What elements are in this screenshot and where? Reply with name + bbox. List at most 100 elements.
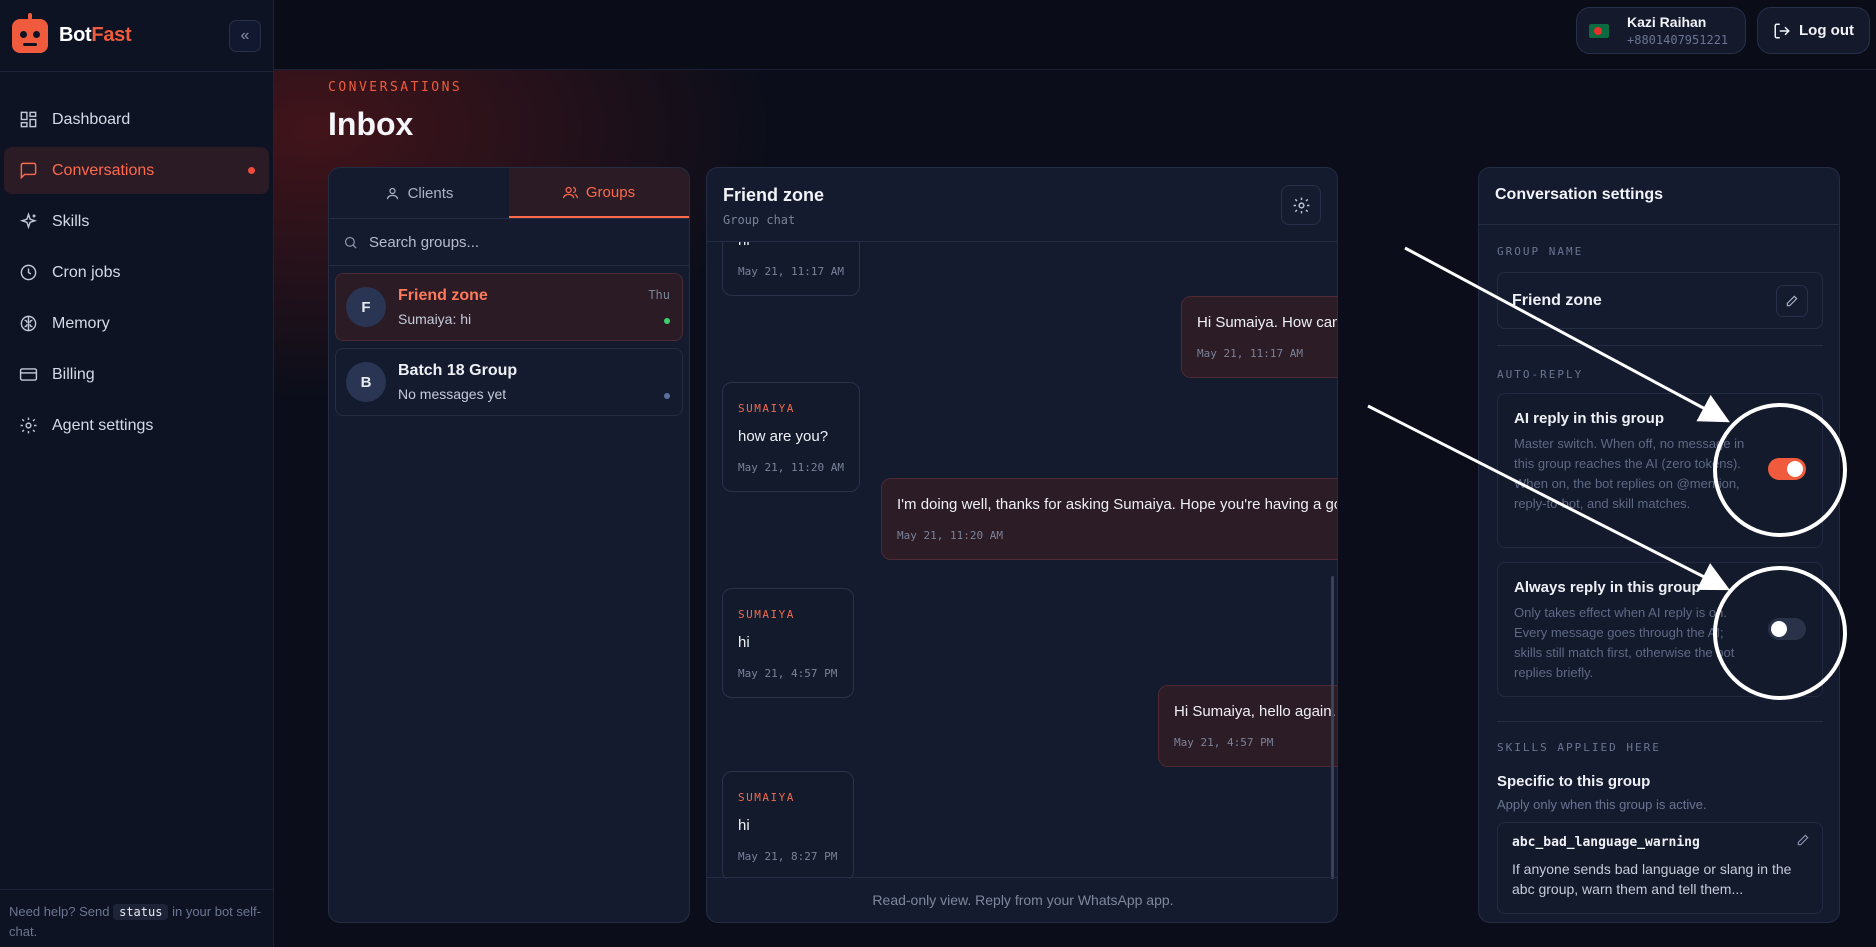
edit-skill-button[interactable] (1796, 833, 1810, 852)
tab-label: Groups (585, 183, 636, 201)
message-text: Hi Sumaiya. How can I help you? (1197, 314, 1338, 331)
logout-label: Log out (1799, 22, 1854, 39)
message-list[interactable]: hi May 21, 11:17 AM Hi Sumaiya. How can … (707, 242, 1338, 879)
double-chevron-left-icon: « (240, 26, 250, 44)
ai-reply-toggle[interactable] (1768, 458, 1806, 480)
ai-reply-description: Master switch. When off, no message in t… (1514, 436, 1745, 511)
search-bar (329, 219, 689, 266)
always-reply-option: Always reply in this group Only takes ef… (1497, 562, 1823, 697)
logout-icon (1774, 23, 1790, 38)
conversation-preview: Sumaiya: hi (398, 311, 472, 327)
collapse-sidebar-button[interactable]: « (229, 19, 261, 52)
brain-icon (20, 315, 37, 332)
message-time: May 21, 8:27 PM (738, 850, 838, 863)
ai-reply-option: AI reply in this group Master switch. Wh… (1497, 393, 1823, 548)
message-text: hi (738, 817, 750, 834)
message-text: Hi Sumaiya, hello again. What's up? (1174, 703, 1337, 720)
always-reply-toggle[interactable] (1768, 618, 1806, 640)
sidebar-item-label: Billing (52, 365, 95, 383)
sidebar-item-billing[interactable]: Billing (4, 351, 269, 398)
card-icon (19, 368, 38, 381)
chat-settings-button[interactable] (1281, 185, 1321, 225)
skill-description: If anyone sends bad language or slang in… (1512, 861, 1792, 897)
message-sender: SUMAIYA (738, 791, 795, 804)
skill-card[interactable]: abc_bad_language_warning If anyone sends… (1497, 822, 1823, 914)
message-time: May 21, 11:17 AM (1197, 347, 1303, 360)
page-title: Inbox (328, 106, 414, 142)
message-outgoing: I'm doing well, thanks for asking Sumaiy… (881, 478, 1337, 560)
user-phone: +8801407951221 (1627, 33, 1729, 47)
gear-icon (1293, 197, 1309, 213)
conversation-name: Batch 18 Group (398, 362, 518, 379)
group-name-field: Friend zone (1497, 272, 1823, 329)
skills-label: SKILLS APPLIED HERE (1497, 741, 1661, 754)
message-incoming: SUMAIYA how are you? May 21, 11:20 AM (722, 382, 860, 492)
sidebar-item-label: Agent settings (52, 416, 154, 434)
conversation-name: Friend zone (398, 287, 488, 304)
dashboard-icon (20, 111, 37, 128)
robot-logo-icon (12, 12, 48, 53)
divider (1497, 345, 1823, 346)
message-incoming: hi May 21, 11:17 AM (722, 242, 860, 296)
user-name: Kazi Raihan (1627, 14, 1707, 30)
sidebar-item-dashboard[interactable]: Dashboard (4, 96, 269, 143)
help-code: status (113, 904, 169, 920)
conversation-time: Thu (648, 288, 670, 302)
sidebar-item-skills[interactable]: Skills (4, 198, 269, 245)
edit-group-name-button[interactable] (1776, 284, 1808, 317)
avatar: F (346, 287, 386, 327)
always-reply-description: Only takes effect when AI reply is on. E… (1514, 605, 1735, 680)
sidebar-item-label: Memory (52, 314, 110, 332)
online-status-dot (664, 318, 670, 324)
message-sender: SUMAIYA (738, 608, 795, 621)
message-time: May 21, 4:57 PM (1174, 736, 1274, 749)
chat-panel: Friend zone Group chat hi May 21, 11:17 … (706, 167, 1338, 923)
clock-icon (20, 264, 37, 281)
chat-title: Friend zone (723, 185, 825, 205)
avatar: B (346, 362, 386, 402)
message-time: May 21, 11:20 AM (897, 529, 1003, 542)
sidebar-item-agent-settings[interactable]: Agent settings (4, 402, 269, 449)
list-tabs: Clients Groups (329, 168, 689, 219)
message-time: May 21, 4:57 PM (738, 667, 838, 680)
sidebar-item-label: Cron jobs (52, 263, 121, 281)
conversation-item-batch-18-group[interactable]: B Batch 18 Group No messages yet (335, 348, 683, 416)
message-time: May 21, 11:17 AM (738, 265, 844, 278)
group-name-label: GROUP NAME (1497, 245, 1584, 258)
main-content: CONVERSATIONS Inbox Clients Groups F Fri… (274, 70, 1876, 947)
group-name-value: Friend zone (1512, 291, 1602, 309)
topbar: Kazi Raihan +8801407951221 Log out (274, 0, 1876, 70)
user-chip[interactable]: Kazi Raihan +8801407951221 (1576, 7, 1746, 54)
sidebar-item-label: Skills (52, 212, 90, 230)
status-dot (664, 393, 670, 399)
brand: BotFast « (0, 0, 273, 72)
conversation-preview: No messages yet (398, 386, 507, 402)
sidebar-item-cron-jobs[interactable]: Cron jobs (4, 249, 269, 296)
gear-icon (20, 417, 37, 434)
tab-groups[interactable]: Groups (509, 168, 689, 218)
help-prefix: Need help? Send (9, 904, 110, 919)
brand-name-part2: Fast (91, 24, 132, 46)
sidebar-item-memory[interactable]: Memory (4, 300, 269, 347)
brand-name: BotFast (59, 24, 132, 47)
sidebar-item-conversations[interactable]: Conversations (4, 147, 269, 194)
message-outgoing: Hi Sumaiya. How can I help you? May 21, … (1181, 296, 1338, 378)
sidebar-nav: Dashboard Conversations Skills Cron jobs… (0, 72, 273, 449)
chat-icon (20, 162, 37, 180)
conversation-list-panel: Clients Groups F Friend zone Sumaiya: hi… (328, 167, 690, 923)
message-time: May 21, 11:20 AM (738, 461, 844, 474)
pencil-icon (1797, 834, 1809, 846)
conversation-item-friend-zone[interactable]: F Friend zone Sumaiya: hi Thu (335, 273, 683, 341)
settings-title: Conversation settings (1479, 168, 1839, 225)
chat-subtitle: Group chat (723, 213, 796, 227)
logout-button[interactable]: Log out (1757, 7, 1870, 54)
conversation-settings-panel: Conversation settings GROUP NAME Friend … (1478, 167, 1840, 923)
chat-scrollbar[interactable] (1331, 576, 1334, 879)
sparkle-icon (19, 212, 38, 230)
search-input[interactable] (369, 233, 649, 251)
skills-heading: Specific to this group (1497, 773, 1651, 790)
divider (1497, 721, 1823, 722)
sidebar-item-label: Dashboard (52, 110, 131, 128)
tab-clients[interactable]: Clients (329, 168, 509, 218)
brand-name-part1: Bot (59, 24, 92, 46)
